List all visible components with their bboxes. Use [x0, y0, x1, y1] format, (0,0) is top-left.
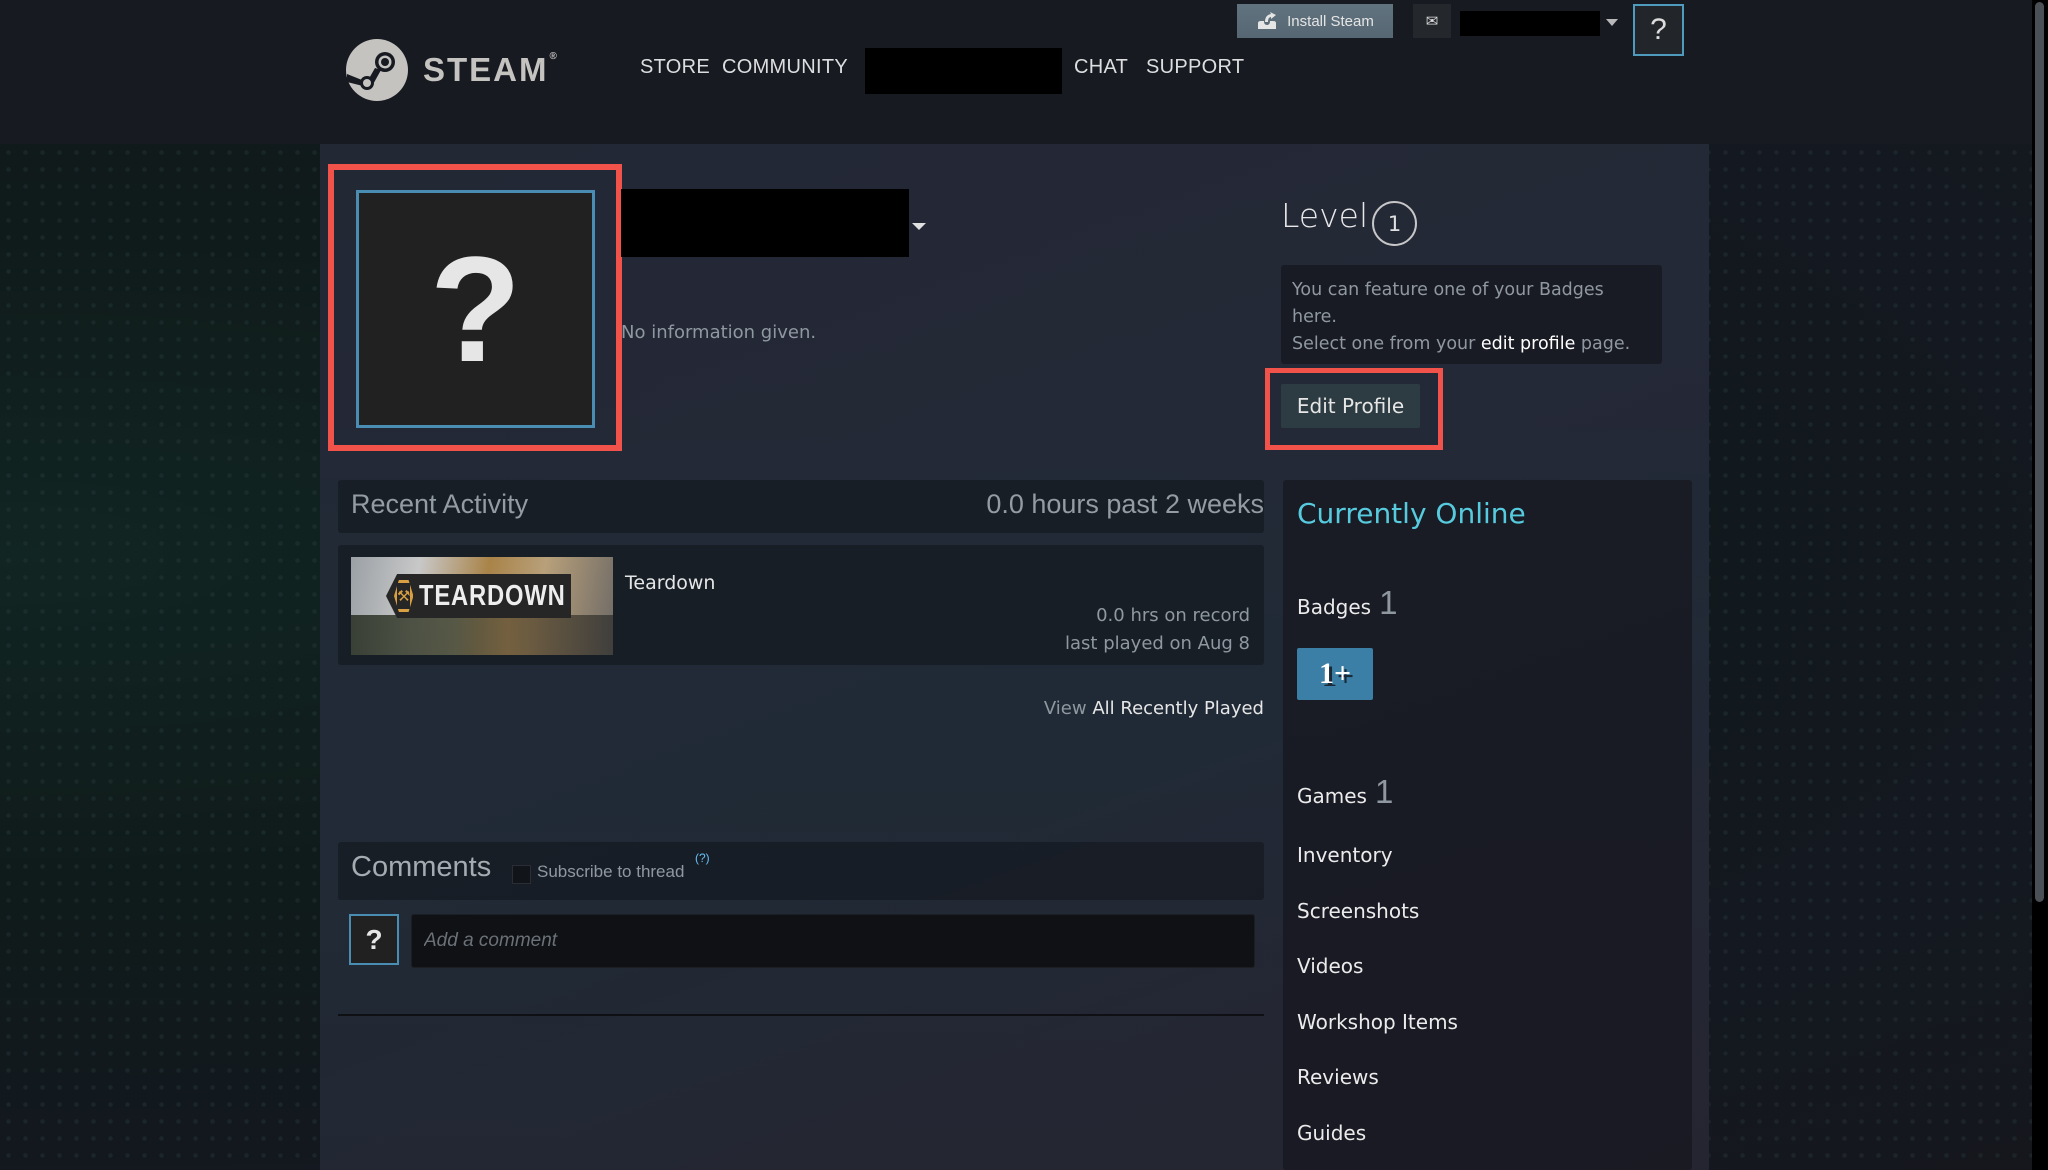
sidebar-reviews-link[interactable]: Reviews [1297, 1065, 1379, 1089]
featured-badge-notice: You can feature one of your Badges here.… [1281, 265, 1662, 364]
account-name-redacted[interactable] [1460, 11, 1600, 36]
teardown-hammer-icon: ⚒ [394, 580, 414, 612]
subscribe-label[interactable]: Subscribe to thread [537, 862, 684, 882]
badges-label: Badges [1297, 595, 1372, 619]
subscribe-checkbox[interactable] [512, 865, 531, 884]
game-playtime: 0.0 hrs on record last played on Aug 8 [1065, 602, 1250, 658]
envelope-icon: ✉ [1425, 12, 1439, 30]
install-steam-label: Install Steam [1287, 12, 1374, 30]
question-icon: ? [1650, 13, 1667, 46]
featured-badge-text-2: Select one from your [1292, 334, 1481, 354]
comments-title: Comments [351, 851, 492, 883]
profile-summary: No information given. [621, 322, 817, 343]
profile-name-redacted [621, 189, 909, 257]
notifications-button[interactable]: ✉ [1413, 4, 1451, 38]
subscribe-help-link[interactable]: (?) [695, 851, 710, 865]
view-all-recently-played[interactable]: View All Recently Played [1044, 698, 1264, 719]
badges-count: 1 [1379, 584, 1398, 621]
comments-divider [338, 1014, 1264, 1016]
sidebar-guides-link[interactable]: Guides [1297, 1121, 1366, 1145]
nav-store[interactable]: STORE [640, 56, 710, 79]
games-label: Games [1297, 784, 1367, 808]
years-of-service-badge-icon[interactable]: 1+ [1297, 648, 1373, 700]
game-name-link[interactable]: Teardown [625, 572, 715, 594]
sidebar-videos-link[interactable]: Videos [1297, 954, 1363, 978]
sidebar-games-link[interactable]: Games 1 [1297, 773, 1393, 811]
comment-input[interactable] [411, 914, 1255, 968]
view-prefix: View [1043, 698, 1087, 719]
online-status: Currently Online [1297, 497, 1526, 530]
download-icon [1258, 12, 1277, 29]
steam-wordmark: STEAM® [423, 51, 559, 88]
name-history-dropdown-icon[interactable] [912, 223, 926, 230]
sidebar-inventory-link[interactable]: Inventory [1297, 843, 1393, 867]
avatar-highlight-box [328, 164, 622, 451]
sidebar-badges-link[interactable]: Badges 1 [1297, 584, 1397, 622]
nav-chat[interactable]: CHAT [1074, 56, 1128, 79]
badge-icon-text: 1+ [1318, 657, 1352, 690]
level-value: 1 [1387, 211, 1402, 236]
help-button[interactable]: ? [1633, 4, 1684, 56]
sidebar-screenshots-link[interactable]: Screenshots [1297, 899, 1419, 923]
edit-profile-link[interactable]: edit profile [1481, 334, 1575, 354]
account-dropdown-icon[interactable] [1606, 19, 1618, 26]
nav-support[interactable]: SUPPORT [1146, 56, 1244, 79]
all-recently-played-link[interactable]: All Recently Played [1092, 698, 1264, 719]
avatar-placeholder-icon: ? [365, 923, 383, 955]
game-capsule-logo: ⚒ TEARDOWN [386, 574, 571, 618]
steam-logo[interactable]: STEAM® [345, 38, 559, 102]
featured-badge-text-3: page. [1575, 334, 1631, 354]
install-steam-button[interactable]: Install Steam [1237, 4, 1393, 38]
featured-badge-text-1: You can feature one of your Badges here. [1292, 280, 1604, 327]
game-capsule-scene [351, 615, 613, 655]
nav-redacted-username[interactable] [865, 48, 1062, 94]
sidebar-workshop-items-link[interactable]: Workshop Items [1297, 1010, 1458, 1034]
steam-logo-icon [346, 39, 408, 101]
nav-community[interactable]: COMMUNITY [722, 56, 848, 79]
edit-profile-highlight-box [1265, 368, 1443, 450]
games-count: 1 [1374, 773, 1394, 810]
game-hours-on-record: 0.0 hrs on record [1096, 605, 1250, 626]
commenter-avatar: ? [349, 914, 399, 965]
page-scrollbar-thumb[interactable] [2035, 2, 2044, 902]
game-last-played: last played on Aug 8 [1065, 633, 1250, 654]
recent-activity-title: Recent Activity [351, 489, 529, 519]
level-badge[interactable]: 1 [1372, 201, 1417, 246]
recent-activity-hours: 0.0 hours past 2 weeks [986, 489, 1264, 519]
level-label: Level [1281, 196, 1369, 235]
game-logo-text: TEARDOWN [419, 579, 567, 612]
